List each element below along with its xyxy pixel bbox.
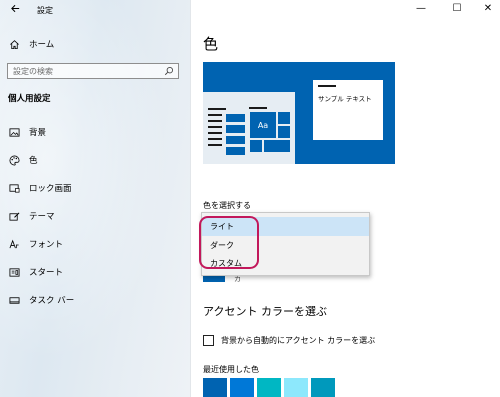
auto-accent-label[interactable]: 背景から自動的にアクセント カラーを選ぶ [221,335,375,346]
sidebar-item-label: フォント [29,240,64,250]
minimize-button[interactable]: — [412,2,430,16]
start-menu-icon [8,266,20,278]
theme-brush-icon [8,210,20,222]
font-icon [8,238,20,250]
close-button[interactable]: ✕ [479,2,497,16]
palette-icon [8,154,20,166]
dropdown-option-light[interactable]: ライト [202,217,369,236]
search-input[interactable]: 設定の検索 [7,63,179,79]
search-placeholder: 設定の検索 [13,66,53,76]
sidebar-item-label: 色 [29,156,38,166]
image-icon [8,126,20,138]
sidebar-item-label: タスク バー [29,296,75,306]
preview-left-tiles [226,114,245,158]
color-mode-dropdown-list[interactable]: ライト ダーク カスタム [201,212,370,276]
taskbar-icon [8,294,20,306]
page-title: 色 [203,35,219,53]
preview-topbar [249,107,267,109]
search-icon[interactable] [164,66,174,76]
sidebar-item-label: テーマ [29,212,55,222]
back-arrow-icon[interactable] [8,3,22,17]
auto-accent-checkbox[interactable] [203,335,214,346]
recent-color-swatch[interactable] [203,378,227,397]
sidebar-item-colors[interactable]: 色 [8,151,183,169]
preview-menu-lines [208,108,226,150]
sidebar-item-themes[interactable]: テーマ [8,207,183,225]
sidebar-item-start[interactable]: スタート [8,263,183,281]
preview-sample-text: サンプル テキスト [318,95,372,103]
accent-color-heading: アクセント カラーを選ぶ [203,305,327,318]
recent-color-swatch[interactable] [230,378,254,397]
section-header: 個人用設定 [8,94,51,104]
maximize-button[interactable]: ☐ [448,2,466,16]
recent-color-swatch[interactable] [257,378,281,397]
sidebar-item-fonts[interactable]: フォント [8,235,183,253]
preview-tile [250,140,262,152]
sidebar-item-label: スタート [29,268,64,278]
preview-window: サンプル テキスト [313,80,383,140]
recent-colors-label: 最近使用した色 [203,365,259,374]
recent-color-swatch[interactable] [311,378,335,397]
dropdown-option-custom[interactable]: カスタム [202,254,369,273]
choose-color-label: 色を選択する [203,201,251,210]
sidebar-item-taskbar[interactable]: タスク バー [8,291,183,309]
sidebar-item-background[interactable]: 背景 [8,123,183,141]
sidebar: 設定 ホーム 設定の検索 個人用設定 背景 色 ロック画面 テーマ フォント ス… [0,0,191,397]
sidebar-item-label: ホーム [29,40,55,50]
theme-preview: Aa サンプル テキスト [203,62,395,164]
preview-tile [278,126,290,138]
sidebar-item-label: 背景 [29,128,47,138]
preview-tile-aa: Aa [250,112,276,138]
app-title: 設定 [37,6,53,15]
sidebar-item-lock-screen[interactable]: ロック画面 [8,179,183,197]
lock-screen-icon [8,182,20,194]
recent-color-swatch[interactable] [284,378,308,397]
dropdown-option-dark[interactable]: ダーク [202,236,369,255]
preview-tile [264,140,290,152]
sidebar-item-label: ロック画面 [29,184,72,194]
preview-tile [278,112,290,124]
home-icon [8,38,20,50]
sidebar-item-home[interactable]: ホーム [8,35,183,53]
